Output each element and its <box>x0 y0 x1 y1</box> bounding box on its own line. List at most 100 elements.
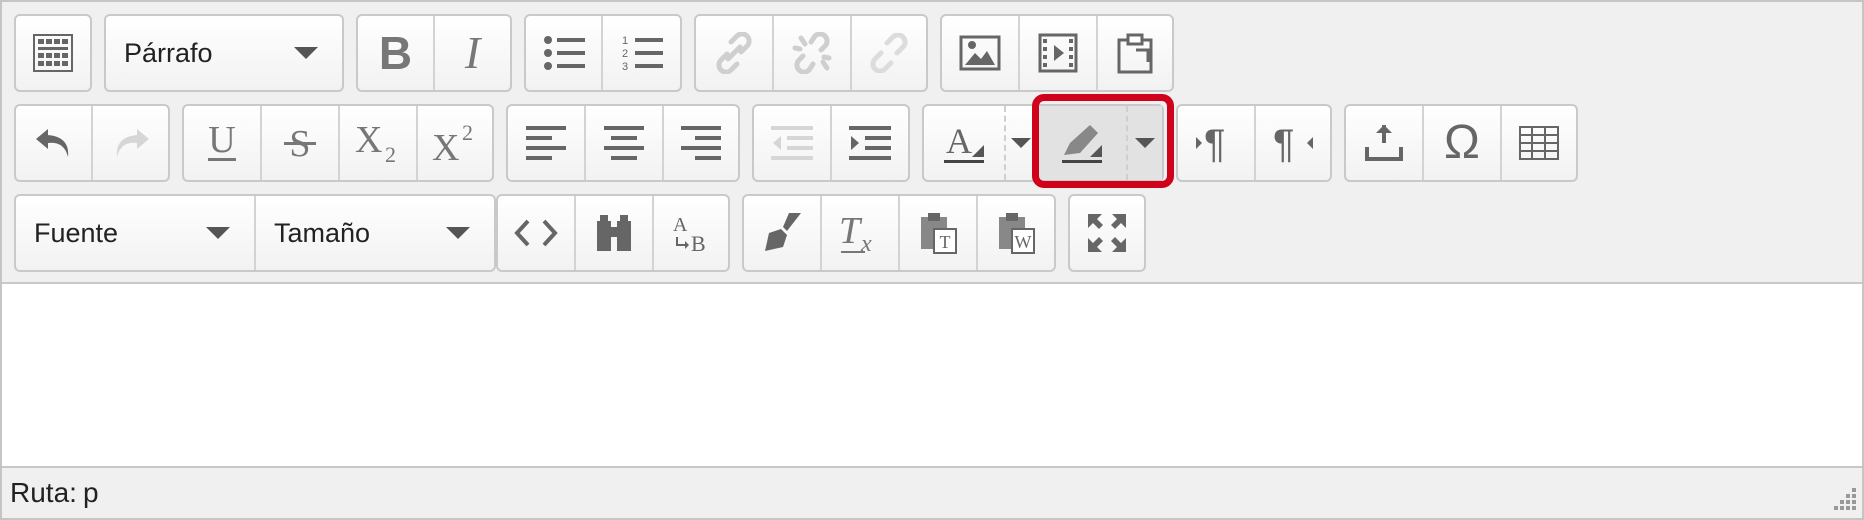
link-icon <box>716 32 752 74</box>
insert-upload-button[interactable] <box>1346 106 1424 180</box>
resize-grip-icon[interactable] <box>1828 484 1858 514</box>
text-style-group: B I <box>356 14 512 92</box>
size-select-value: Tamaño <box>274 217 371 248</box>
strikethrough-icon: S <box>284 123 316 164</box>
outdent-button[interactable] <box>754 106 832 180</box>
insert-table-button[interactable] <box>1502 106 1576 180</box>
superscript-icon: X 2 <box>432 120 473 166</box>
fullscreen-icon <box>1088 214 1126 252</box>
italic-button[interactable]: I <box>435 16 510 90</box>
special-char-button[interactable]: Ω <box>1424 106 1502 180</box>
numbered-list-button[interactable]: 123 <box>603 16 680 90</box>
format-select-value: Párrafo <box>124 37 213 68</box>
tools-group: A B <box>496 194 730 272</box>
svg-text:3: 3 <box>622 61 628 72</box>
text-color-dropdown[interactable] <box>1004 106 1038 180</box>
underline-icon: U <box>208 122 236 161</box>
svg-text:W: W <box>1015 232 1032 252</box>
paste-word-button[interactable]: W <box>978 196 1054 270</box>
indent-button[interactable] <box>832 106 908 180</box>
html-source-button[interactable] <box>498 196 576 270</box>
format-select[interactable]: Párrafo <box>106 16 342 90</box>
format-select-group: Párrafo <box>104 14 344 92</box>
text-decoration-group: U S X 2 X 2 <box>182 104 494 182</box>
bold-button[interactable]: B <box>358 16 435 90</box>
unlink-button[interactable] <box>774 16 852 90</box>
path-element-p[interactable]: p <box>83 477 99 508</box>
underline-button[interactable]: U <box>184 106 262 180</box>
svg-text:2: 2 <box>462 120 473 145</box>
align-left-button[interactable] <box>508 106 586 180</box>
chevron-down-icon <box>1011 138 1031 148</box>
align-right-button[interactable] <box>664 106 738 180</box>
editor-content-area[interactable] <box>2 284 1862 468</box>
upload-icon <box>1365 125 1403 161</box>
svg-text:X: X <box>355 120 382 161</box>
bullet-list-button[interactable] <box>526 16 604 90</box>
toolbar-toggle-icon <box>33 34 73 72</box>
code-icon <box>514 219 558 247</box>
insert-media-button[interactable] <box>1020 16 1098 90</box>
align-center-button[interactable] <box>586 106 664 180</box>
paragraph-rtl-icon: ¶ <box>1273 122 1313 165</box>
insert-link-button[interactable] <box>696 16 774 90</box>
undo-button[interactable] <box>16 106 93 180</box>
align-center-icon <box>604 126 644 160</box>
redo-button[interactable] <box>93 106 168 180</box>
svg-text:U: U <box>208 122 235 161</box>
bullet-list-icon <box>543 36 585 70</box>
paste-text-icon: T <box>921 213 957 254</box>
font-select-value: Fuente <box>34 217 119 248</box>
paragraph-ltr-icon: ¶ <box>1196 122 1225 165</box>
find-replace-button[interactable] <box>576 196 654 270</box>
editor-toolbar: Párrafo B I 1 2 3 U S X 2 X 2 A ¶ ¶ Ω Fu… <box>2 2 1862 284</box>
svg-text:2: 2 <box>385 142 396 166</box>
background-color-button[interactable] <box>1038 106 1126 180</box>
clear-formatting-button[interactable] <box>744 196 822 270</box>
direction-group: ¶ ¶ <box>1176 104 1332 182</box>
superscript-button[interactable]: X 2 <box>418 106 492 180</box>
chevron-down-icon <box>446 227 470 239</box>
omega-icon: Ω <box>1444 116 1480 169</box>
ltr-button[interactable]: ¶ <box>1178 106 1256 180</box>
text-color-button[interactable]: A <box>924 106 1004 180</box>
undo-icon <box>35 129 68 157</box>
text-color-icon: A <box>944 121 984 163</box>
subscript-icon: X 2 <box>355 120 396 166</box>
paste-text-button[interactable]: T <box>900 196 978 270</box>
subscript-button[interactable]: X 2 <box>340 106 418 180</box>
history-group <box>14 104 170 182</box>
strikethrough-button[interactable]: S <box>262 106 340 180</box>
indent-icon <box>849 126 891 160</box>
fullscreen-button[interactable] <box>1070 196 1144 270</box>
svg-text:1: 1 <box>622 35 628 47</box>
font-size-select-group: Fuente Tamaño <box>14 194 496 272</box>
rich-text-editor: Párrafo B I 1 2 3 U S X 2 X 2 A ¶ ¶ Ω Fu… <box>0 0 1864 520</box>
svg-text:B: B <box>691 231 706 255</box>
chevron-down-icon <box>294 47 318 59</box>
clipboard-icon <box>1117 33 1153 74</box>
chevron-down-icon <box>206 227 230 239</box>
anchor-button[interactable] <box>852 16 926 90</box>
list-group: 123 <box>524 14 682 92</box>
chevron-down-icon <box>1135 138 1155 148</box>
remove-format-button[interactable]: T x <box>822 196 900 270</box>
font-select[interactable]: Fuente <box>16 196 256 270</box>
color-group: A <box>922 104 1164 182</box>
background-color-dropdown[interactable] <box>1126 106 1162 180</box>
size-select[interactable]: Tamaño <box>256 196 494 270</box>
outdent-icon <box>771 126 813 160</box>
editor-statusbar: Ruta: p <box>2 468 1862 518</box>
insert-image-button[interactable] <box>942 16 1020 90</box>
manage-files-button[interactable] <box>1098 16 1172 90</box>
unlink-icon <box>792 32 832 74</box>
svg-text:X: X <box>432 127 459 166</box>
svg-text:T: T <box>940 232 951 252</box>
align-right-icon <box>681 126 721 160</box>
toolbar-toggle-button[interactable] <box>16 16 90 90</box>
rtl-button[interactable]: ¶ <box>1256 106 1330 180</box>
path-label: Ruta: <box>10 477 77 508</box>
spellcheck-icon: A B <box>673 214 706 255</box>
spellcheck-button[interactable]: A B <box>654 196 728 270</box>
fullscreen-group <box>1068 194 1146 272</box>
